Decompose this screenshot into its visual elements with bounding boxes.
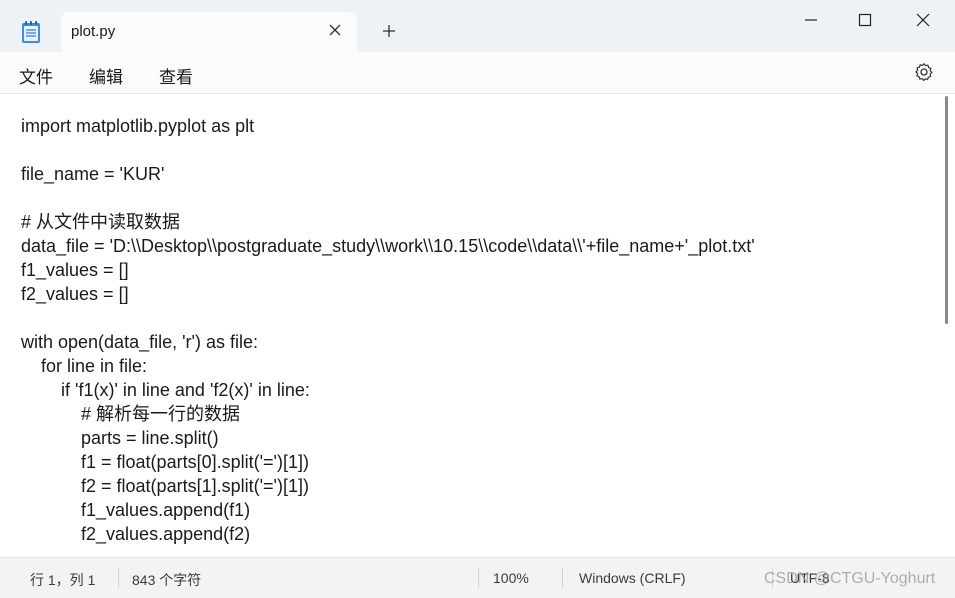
code-line: if 'f1(x)' in line and 'f2(x)' in line:	[21, 380, 310, 400]
close-window-button[interactable]	[900, 8, 946, 32]
menu-view[interactable]: 查看	[159, 63, 193, 88]
code-line: f2_values.append(f2)	[21, 524, 251, 544]
new-tab-plus-icon[interactable]	[380, 22, 398, 40]
notepad-window: plot.py 文件 编辑 查看 import matplotlib.pyplo…	[0, 0, 955, 598]
code-line: for line in file:	[21, 356, 148, 376]
menu-edit[interactable]: 编辑	[89, 63, 123, 88]
code-line: data_file = 'D:\\Desktop\\postgraduate_s…	[21, 236, 755, 256]
menu-file[interactable]: 文件	[19, 63, 53, 88]
code-line: # 从文件中读取数据	[21, 212, 181, 232]
scrollbar-thumb[interactable]	[945, 96, 948, 324]
code-line: f2 = float(parts[1].split('=')[1])	[21, 476, 309, 496]
minimize-icon	[805, 19, 817, 21]
line-ending[interactable]: Windows (CRLF)	[579, 570, 686, 586]
code-line: import matplotlib.pyplot as plt	[21, 116, 255, 136]
code-line: # 解析每一行的数据	[21, 404, 241, 424]
zoom-level[interactable]: 100%	[493, 570, 529, 586]
code-line: f2_values = []	[21, 284, 129, 304]
code-line: with open(data_file, 'r') as file:	[21, 332, 258, 352]
watermark: CSDN @CTGU-Yoghurt	[764, 570, 936, 587]
status-divider	[562, 568, 563, 588]
notepad-icon	[20, 20, 42, 44]
cursor-position: 行 1，列 1	[30, 572, 96, 588]
code-line: f1_values = []	[21, 260, 129, 280]
minimize-button[interactable]	[788, 8, 834, 32]
title-bar: plot.py	[0, 0, 955, 52]
code-line: file_name = 'KUR'	[21, 164, 165, 184]
tab-title: plot.py	[71, 23, 116, 40]
maximize-icon	[858, 13, 872, 27]
status-divider	[118, 568, 119, 588]
close-icon	[916, 13, 930, 27]
code-line: f1 = float(parts[0].split('=')[1])	[21, 452, 309, 472]
menu-bar: 文件 编辑 查看	[0, 52, 955, 94]
code-line: f1_values.append(f1)	[21, 500, 251, 520]
code-line: parts = line.split()	[21, 428, 219, 448]
character-count: 843 个字符	[132, 572, 202, 588]
tab-plot-py[interactable]: plot.py	[61, 12, 357, 52]
maximize-button[interactable]	[842, 8, 888, 32]
code-text: import matplotlib.pyplot as plt file_nam…	[21, 114, 755, 546]
status-divider	[478, 568, 479, 588]
text-editor-area[interactable]: import matplotlib.pyplot as plt file_nam…	[0, 94, 955, 557]
vertical-scrollbar[interactable]	[941, 94, 955, 557]
tab-close-icon[interactable]	[327, 22, 343, 38]
settings-gear-icon[interactable]	[914, 62, 934, 82]
